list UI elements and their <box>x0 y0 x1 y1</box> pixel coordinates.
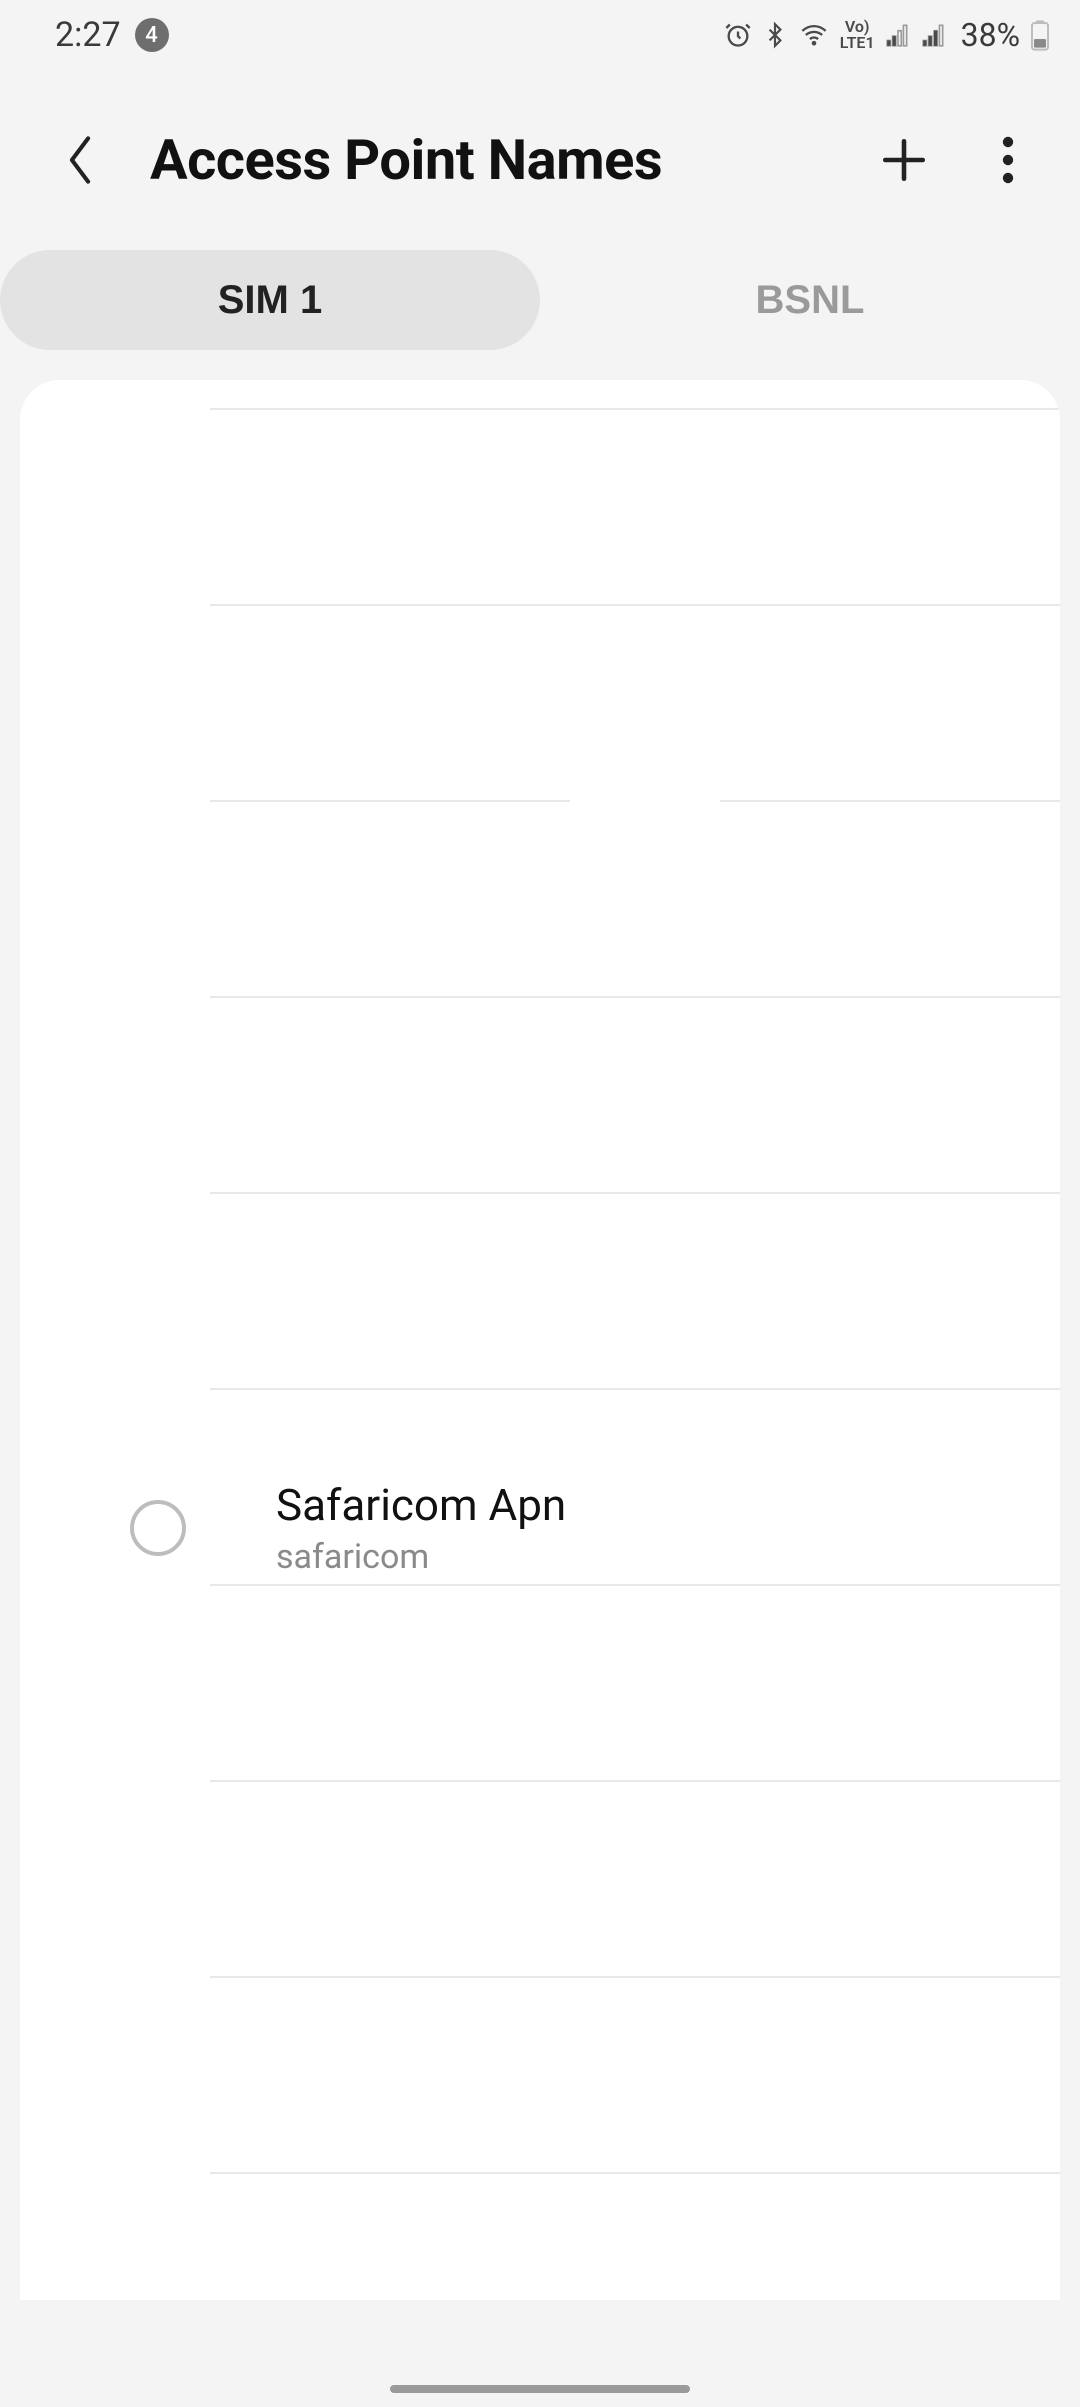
add-apn-button[interactable] <box>872 128 936 192</box>
list-row-empty <box>210 1194 1060 1390</box>
sim-tabs: SIM 1 BSNL <box>0 250 1080 350</box>
apn-value: safaricom <box>276 1537 566 1577</box>
signal-2-icon <box>921 22 947 48</box>
list-row-empty <box>210 410 1060 606</box>
signal-1-icon <box>885 22 911 48</box>
apn-list-card: Safaricom Apn safaricom <box>20 380 1060 2300</box>
tab-sim1[interactable]: SIM 1 <box>0 250 540 350</box>
status-bar: 2:27 4 Vo)LTE1 38% <box>0 0 1080 70</box>
list-divider <box>210 380 1060 410</box>
battery-percentage: 38% <box>961 16 1020 54</box>
bluetooth-icon <box>762 20 788 50</box>
list-row-empty <box>210 998 1060 1194</box>
volte-icon: Vo)LTE1 <box>840 19 875 51</box>
status-time: 2:27 <box>55 15 121 55</box>
notification-count-badge: 4 <box>135 18 169 52</box>
plus-icon <box>879 135 929 185</box>
more-vert-icon <box>1002 136 1014 184</box>
list-row-empty <box>210 1978 1060 2174</box>
home-indicator[interactable] <box>390 2385 690 2393</box>
alarm-icon <box>724 21 752 49</box>
wifi-icon <box>798 21 830 49</box>
tab-bsnl[interactable]: BSNL <box>540 250 1080 350</box>
radio-unselected-icon[interactable] <box>130 1500 186 1556</box>
page-title: Access Point Names <box>150 127 832 193</box>
more-options-button[interactable] <box>976 128 1040 192</box>
apn-item-safaricom[interactable]: Safaricom Apn safaricom <box>20 1430 1060 1626</box>
back-button[interactable] <box>50 130 110 190</box>
battery-icon <box>1030 19 1050 51</box>
app-bar: Access Point Names <box>0 70 1080 250</box>
apn-name: Safaricom Apn <box>276 1479 566 1531</box>
list-row-empty <box>210 606 1060 802</box>
list-row-empty <box>210 1782 1060 1978</box>
chevron-left-icon <box>63 133 97 187</box>
list-row-empty <box>210 802 1060 998</box>
